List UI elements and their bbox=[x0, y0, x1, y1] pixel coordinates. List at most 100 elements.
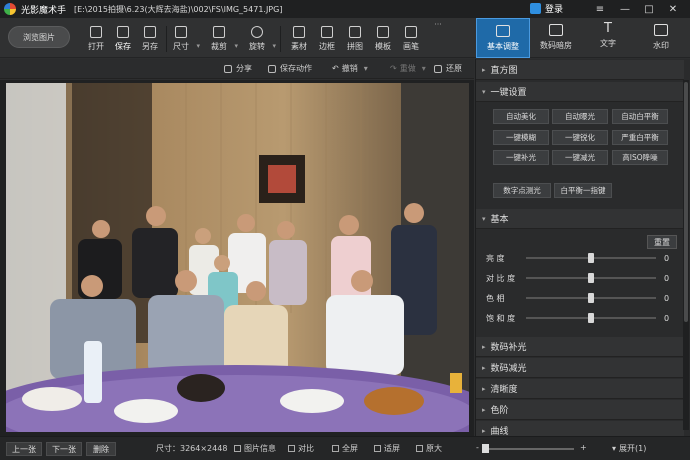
resize-dropdown-icon[interactable]: ▾ bbox=[196, 42, 200, 50]
rotate-dropdown-icon[interactable]: ▾ bbox=[272, 42, 276, 50]
strong-white-balance-button[interactable]: 严重白平衡 bbox=[612, 130, 668, 145]
auto-white-balance-button[interactable]: 自动白平衡 bbox=[612, 109, 668, 124]
user-icon bbox=[530, 3, 541, 14]
template-button[interactable]: 模板 bbox=[370, 22, 396, 56]
brush-icon bbox=[405, 26, 417, 38]
save-as-icon bbox=[144, 26, 156, 38]
tab-watermark[interactable]: 水印 bbox=[634, 18, 688, 58]
auto-exposure-button[interactable]: 自动曝光 bbox=[552, 109, 608, 124]
crop-button[interactable]: 裁剪 ▾ bbox=[206, 22, 238, 56]
reset-button[interactable]: 重置 bbox=[647, 235, 677, 249]
one-click-sharpen-button[interactable]: 一键锐化 bbox=[552, 130, 608, 145]
hue-track[interactable] bbox=[526, 293, 656, 303]
section-one-click[interactable]: ▾ 一键设置 bbox=[476, 82, 684, 102]
fullscreen-button[interactable]: 全屏 bbox=[332, 443, 358, 454]
white-balance-picker-button[interactable]: 白平衡一指键 bbox=[554, 183, 612, 198]
undo-button[interactable]: ↶ 撤销 ▾ bbox=[332, 63, 368, 74]
rotate-icon bbox=[251, 26, 263, 38]
brush-button[interactable]: 画笔 bbox=[398, 22, 424, 56]
close-icon[interactable]: ✕ bbox=[662, 2, 684, 16]
brightness-track[interactable] bbox=[526, 253, 656, 263]
compare-button[interactable]: 对比 bbox=[288, 443, 314, 454]
expand-filmstrip-button[interactable]: ▾ 展开(1) bbox=[612, 443, 646, 454]
section-basic[interactable]: ▾ 基本 bbox=[476, 209, 684, 229]
section-reduce-light[interactable]: ▸ 数码减光 bbox=[476, 358, 684, 378]
material-icon bbox=[293, 26, 305, 38]
one-click-blur-button[interactable]: 一键模糊 bbox=[493, 130, 549, 145]
login-label: 登录 bbox=[545, 5, 564, 15]
tab-text[interactable]: T 文字 bbox=[581, 18, 635, 58]
brightness-knob[interactable] bbox=[588, 253, 594, 263]
restore-icon bbox=[434, 64, 442, 73]
text-icon: T bbox=[604, 21, 612, 36]
adjust-panel: ▸ 直方图 ▾ 一键设置 自动美化 自动曝光 自动白平衡 一键模糊 一键锐化 严… bbox=[475, 59, 690, 460]
fit-screen-button[interactable]: 适屏 bbox=[374, 443, 400, 454]
hue-knob[interactable] bbox=[588, 293, 594, 303]
share-button[interactable]: 分享 bbox=[224, 63, 252, 74]
zoom-knob[interactable] bbox=[482, 444, 489, 453]
resize-button[interactable]: 尺寸 ▾ bbox=[168, 22, 200, 56]
collage-label: 拼图 bbox=[347, 42, 363, 51]
original-size-label: 原大 bbox=[426, 444, 442, 453]
contrast-track[interactable] bbox=[526, 273, 656, 283]
section-fill-light[interactable]: ▸ 数码补光 bbox=[476, 337, 684, 357]
expand-arrow-icon: ▸ bbox=[482, 405, 486, 414]
original-size-button[interactable]: 原大 bbox=[416, 443, 442, 454]
share-icon bbox=[224, 64, 232, 73]
redo-dropdown-icon[interactable]: ▾ bbox=[422, 64, 426, 73]
section-histogram[interactable]: ▸ 直方图 bbox=[476, 60, 684, 80]
image-canvas[interactable] bbox=[0, 80, 474, 436]
next-image-button[interactable]: 下一张 bbox=[46, 442, 82, 456]
high-iso-denoise-button[interactable]: 高ISO降噪 bbox=[612, 150, 668, 165]
one-click-reduce-light-button[interactable]: 一键减光 bbox=[552, 150, 608, 165]
border-icon bbox=[321, 26, 333, 38]
tab-basic-adjust[interactable]: 基本调整 bbox=[476, 18, 530, 58]
scrollbar-thumb[interactable] bbox=[684, 82, 688, 322]
group-photo-image bbox=[6, 83, 469, 432]
tab-digital-darkroom[interactable]: 数码暗房 bbox=[529, 18, 583, 58]
save-action-button[interactable]: 保存动作 bbox=[268, 63, 312, 74]
undo-dropdown-icon[interactable]: ▾ bbox=[364, 64, 368, 73]
fit-screen-icon bbox=[374, 445, 381, 452]
image-info-button[interactable]: 图片信息 bbox=[234, 443, 276, 454]
zoom-slider[interactable] bbox=[488, 448, 574, 450]
undo-label: 撤销 bbox=[341, 64, 358, 73]
panel-scrollbar[interactable] bbox=[683, 80, 689, 430]
auto-beautify-button[interactable]: 自动美化 bbox=[493, 109, 549, 124]
photo-preview[interactable] bbox=[6, 83, 469, 432]
minimize-icon[interactable]: — bbox=[614, 2, 636, 16]
prev-image-button[interactable]: 上一张 bbox=[6, 442, 42, 456]
section-reduce-light-label: 数码减光 bbox=[490, 364, 527, 374]
section-levels[interactable]: ▸ 色阶 bbox=[476, 400, 684, 420]
save-as-button[interactable]: 另存 bbox=[137, 22, 163, 56]
zoom-out-icon[interactable]: - bbox=[476, 443, 479, 452]
open-label: 打开 bbox=[88, 42, 104, 51]
resize-label: 尺寸 bbox=[173, 42, 189, 51]
menu-icon[interactable]: ≡ bbox=[589, 2, 611, 16]
saturation-knob[interactable] bbox=[588, 313, 594, 323]
contrast-knob[interactable] bbox=[588, 273, 594, 283]
material-button[interactable]: 素材 bbox=[286, 22, 312, 56]
open-button[interactable]: 打开 bbox=[83, 22, 109, 56]
action-bar: 分享 保存动作 ↶ 撤销 ▾ ↷ 重做 ▾ 还原 bbox=[0, 59, 474, 79]
section-clarity[interactable]: ▸ 清晰度 bbox=[476, 379, 684, 399]
one-click-fill-light-button[interactable]: 一键补光 bbox=[493, 150, 549, 165]
browse-images-button[interactable]: 浏览图片 bbox=[8, 26, 70, 48]
redo-button[interactable]: ↷ 重做 ▾ bbox=[390, 63, 426, 74]
login-button[interactable]: 登录 bbox=[530, 2, 563, 15]
maximize-icon[interactable]: □ bbox=[638, 2, 660, 16]
save-button[interactable]: 保存 bbox=[110, 22, 136, 56]
zoom-in-icon[interactable]: + bbox=[580, 443, 587, 452]
app-window: 光影魔术手 [E:\2015拍摄\6.23(大辉去海盐)\002\FS\IMG_… bbox=[0, 0, 690, 460]
crop-dropdown-icon[interactable]: ▾ bbox=[234, 42, 238, 50]
border-button[interactable]: 边框 bbox=[314, 22, 340, 56]
rotate-button[interactable]: 旋转 ▾ bbox=[244, 22, 276, 56]
saturation-track[interactable] bbox=[526, 313, 656, 323]
original-size-icon bbox=[416, 445, 423, 452]
restore-button[interactable]: 还原 bbox=[434, 63, 462, 74]
delete-button[interactable]: 删除 bbox=[86, 442, 116, 456]
spot-metering-button[interactable]: 数字点测光 bbox=[493, 183, 551, 198]
more-tools-button[interactable]: ··· bbox=[425, 20, 451, 54]
fit-screen-label: 适屏 bbox=[384, 444, 400, 453]
collage-button[interactable]: 拼图 bbox=[342, 22, 368, 56]
